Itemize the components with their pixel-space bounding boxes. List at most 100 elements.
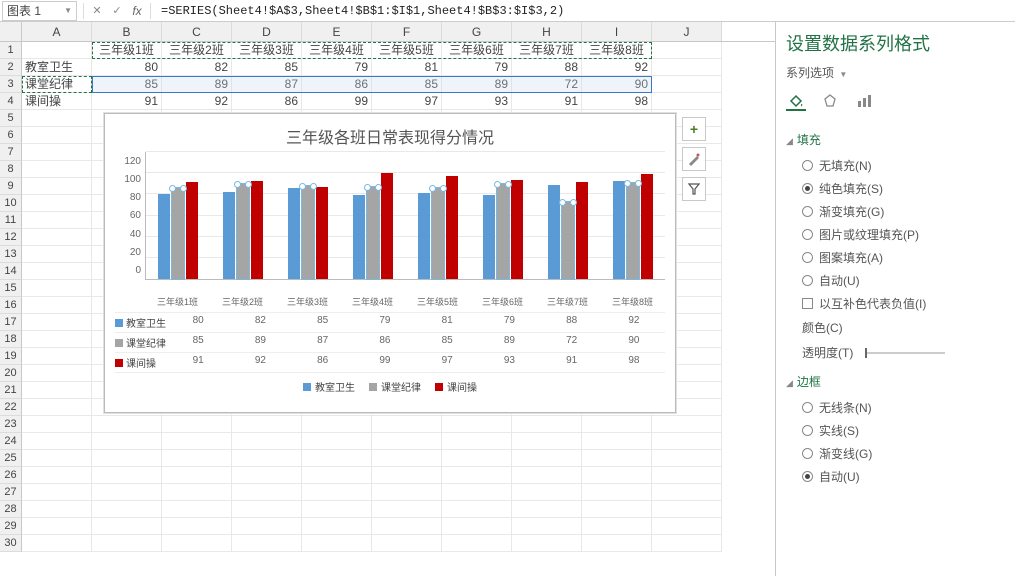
row-header[interactable]: 23 (0, 416, 22, 433)
bar[interactable] (223, 192, 235, 279)
cell[interactable]: 三年级8班 (582, 42, 652, 59)
fill-line-tab-icon[interactable] (786, 91, 806, 111)
cell[interactable] (442, 467, 512, 484)
bar[interactable] (353, 195, 365, 279)
enter-icon[interactable]: ✓ (110, 4, 124, 18)
cell[interactable] (302, 416, 372, 433)
row-header[interactable]: 15 (0, 280, 22, 297)
cell[interactable] (302, 450, 372, 467)
bar[interactable] (158, 194, 170, 279)
cell[interactable] (92, 535, 162, 552)
cell[interactable] (232, 450, 302, 467)
fill-pattern-radio[interactable]: 图案填充(A) (802, 246, 1005, 269)
cell[interactable] (162, 484, 232, 501)
cell[interactable] (92, 467, 162, 484)
fill-picture-radio[interactable]: 图片或纹理填充(P) (802, 223, 1005, 246)
cell[interactable] (442, 433, 512, 450)
cell[interactable] (22, 178, 92, 195)
series-options-label[interactable]: 系列选项 ▼ (786, 64, 1005, 81)
col-header[interactable]: E (302, 22, 372, 41)
border-solid-radio[interactable]: 实线(S) (802, 419, 1005, 442)
legend-item[interactable]: 课堂纪律 (369, 379, 421, 394)
bar[interactable] (186, 182, 198, 279)
row-header[interactable]: 29 (0, 518, 22, 535)
cell[interactable] (232, 433, 302, 450)
cell[interactable] (22, 161, 92, 178)
cell[interactable] (302, 433, 372, 450)
cell[interactable] (22, 195, 92, 212)
cell[interactable] (22, 365, 92, 382)
cell[interactable] (512, 535, 582, 552)
cell[interactable] (22, 144, 92, 161)
color-option[interactable]: 颜色(C) (786, 315, 1005, 340)
col-header[interactable]: D (232, 22, 302, 41)
cell[interactable] (372, 501, 442, 518)
row-header[interactable]: 12 (0, 229, 22, 246)
col-header[interactable]: G (442, 22, 512, 41)
cell[interactable]: 课堂纪律 (22, 76, 92, 93)
cell[interactable] (442, 501, 512, 518)
formula-input[interactable] (157, 1, 1015, 21)
cell[interactable] (162, 416, 232, 433)
cell[interactable] (582, 501, 652, 518)
row-header[interactable]: 18 (0, 331, 22, 348)
chart-title[interactable]: 三年级各班日常表现得分情况 (105, 114, 675, 152)
fill-gradient-radio[interactable]: 渐变填充(G) (802, 200, 1005, 223)
cell[interactable] (512, 433, 582, 450)
bar[interactable] (641, 174, 653, 279)
cell[interactable] (652, 450, 722, 467)
cell[interactable] (22, 433, 92, 450)
bar[interactable] (562, 202, 574, 279)
row-header[interactable]: 9 (0, 178, 22, 195)
cell[interactable]: 三年级1班 (92, 42, 162, 59)
bar[interactable] (446, 176, 458, 279)
cell[interactable] (652, 93, 722, 110)
cell[interactable] (442, 518, 512, 535)
fill-section-header[interactable]: ◢填充 (786, 131, 1005, 148)
cell[interactable] (22, 229, 92, 246)
row-header[interactable]: 25 (0, 450, 22, 467)
row-header[interactable]: 14 (0, 263, 22, 280)
cell[interactable] (22, 467, 92, 484)
cell[interactable]: 98 (582, 93, 652, 110)
cell[interactable] (302, 501, 372, 518)
cell[interactable] (232, 535, 302, 552)
bar[interactable] (511, 180, 523, 279)
cell[interactable] (372, 484, 442, 501)
border-section-header[interactable]: ◢边框 (786, 373, 1005, 390)
cell[interactable] (512, 416, 582, 433)
row-header[interactable]: 5 (0, 110, 22, 127)
bar[interactable] (237, 184, 249, 279)
legend-item[interactable]: 课间操 (435, 379, 477, 394)
cell[interactable] (232, 501, 302, 518)
cell[interactable] (652, 484, 722, 501)
cell[interactable] (22, 127, 92, 144)
cancel-icon[interactable]: ✕ (90, 4, 104, 18)
cell[interactable] (22, 263, 92, 280)
bar[interactable] (497, 184, 509, 279)
cell[interactable] (512, 484, 582, 501)
cell[interactable] (442, 416, 512, 433)
cell[interactable] (512, 518, 582, 535)
cell[interactable] (512, 467, 582, 484)
cell[interactable]: 82 (162, 59, 232, 76)
cell[interactable] (582, 450, 652, 467)
bar[interactable] (288, 188, 300, 279)
border-none-radio[interactable]: 无线条(N) (802, 396, 1005, 419)
cell[interactable] (92, 416, 162, 433)
cell[interactable] (582, 416, 652, 433)
cell[interactable] (22, 518, 92, 535)
row-header[interactable]: 3 (0, 76, 22, 93)
name-box[interactable]: 图表 1 ▼ (2, 1, 77, 21)
effects-tab-icon[interactable] (820, 91, 840, 111)
embedded-chart[interactable]: 三年级各班日常表现得分情况 120100806040200 三年级1班三年级2班… (104, 113, 676, 413)
cell[interactable] (22, 501, 92, 518)
cell[interactable] (512, 450, 582, 467)
row-header[interactable]: 1 (0, 42, 22, 59)
cell[interactable] (22, 246, 92, 263)
bar[interactable] (548, 185, 560, 279)
row-header[interactable]: 2 (0, 59, 22, 76)
transparency-slider[interactable] (865, 352, 945, 354)
cell[interactable] (232, 467, 302, 484)
cell[interactable] (232, 518, 302, 535)
